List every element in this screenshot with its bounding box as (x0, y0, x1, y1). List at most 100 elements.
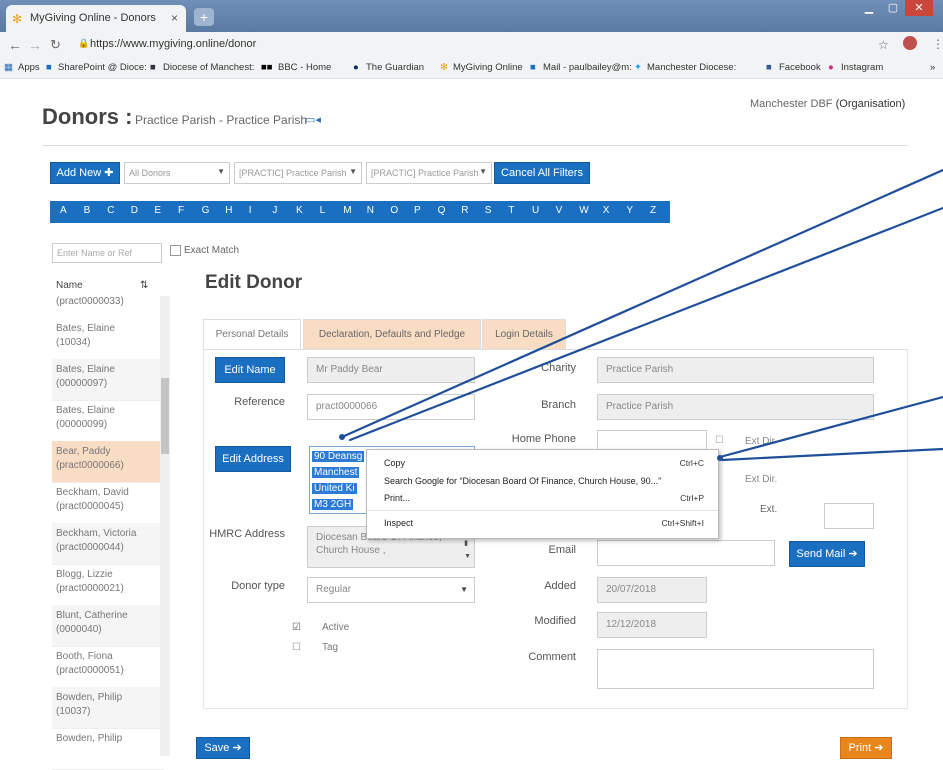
tab-declaration-defaults-pledge[interactable]: Declaration, Defaults and Pledge (303, 319, 481, 349)
tab-close-icon[interactable]: × (171, 11, 178, 25)
list-item[interactable]: Blunt, Catherine (0000040) (52, 605, 164, 647)
reload-icon[interactable]: ↻ (50, 37, 61, 53)
ext-dir-checkbox[interactable]: ☐ (715, 435, 724, 446)
minimize-icon[interactable]: ▁ (857, 0, 881, 16)
tab-login-details[interactable]: Login Details (482, 319, 566, 349)
alpha-filter-f[interactable]: F (178, 205, 184, 216)
alpha-filter-w[interactable]: W (579, 205, 588, 216)
tag-checkbox[interactable]: ☐ (292, 642, 301, 653)
parish-filter-1-value: [PRACTIC] Practice Parish (239, 168, 347, 178)
bookmark-mygiving[interactable]: MyGiving Online (453, 62, 523, 73)
new-tab-button[interactable]: + (194, 8, 214, 26)
ext-input[interactable] (824, 503, 874, 529)
comment-textarea[interactable] (597, 649, 874, 689)
context-menu-copy[interactable]: Copy (384, 458, 405, 468)
alpha-filter-i[interactable]: I (249, 205, 252, 216)
list-item[interactable]: Booth, Fiona (pract0000051) (52, 646, 164, 688)
alpha-filter-s[interactable]: S (485, 205, 492, 216)
list-item[interactable]: Bowden, Philip (52, 728, 164, 770)
bookmark-sharepoint[interactable]: SharePoint @ Dioce: (58, 62, 147, 73)
alpha-filter-n[interactable]: N (367, 205, 374, 216)
back-arrow-icon[interactable]: ← (8, 37, 22, 53)
print-button[interactable]: Print ➔ (840, 737, 892, 759)
bookmark-apps[interactable]: Apps (18, 62, 40, 73)
alpha-filter-u[interactable]: U (532, 205, 539, 216)
tab-personal-details[interactable]: Personal Details (203, 319, 301, 349)
alpha-filter-j[interactable]: J (272, 205, 277, 216)
list-item[interactable]: Bowden, Philip (10037) (52, 687, 164, 729)
donor-list-scrollbar[interactable] (160, 296, 170, 756)
bookmark-instagram[interactable]: Instagram (841, 62, 883, 73)
donor-name: Bates, Elaine (56, 405, 115, 416)
context-menu-inspect[interactable]: Inspect (384, 518, 413, 528)
alpha-filter-o[interactable]: O (390, 205, 398, 216)
url-field[interactable]: 🔒 https://www.mygiving.online/donor (78, 35, 870, 55)
alpha-filter-v[interactable]: V (556, 205, 563, 216)
parish-info-icon[interactable]: ▭◂ (305, 113, 321, 126)
sort-icon[interactable]: ⇅ (140, 280, 148, 291)
donor-type-value: Regular (316, 584, 352, 595)
edit-name-button[interactable]: Edit Name (215, 357, 285, 383)
bookmarks-overflow-icon[interactable]: » (930, 62, 935, 73)
scrollbar-thumb[interactable] (161, 378, 169, 454)
context-menu-print[interactable]: Print... (384, 493, 410, 503)
window-close-icon[interactable]: ✕ (905, 0, 933, 16)
checkbox-box[interactable] (170, 245, 181, 256)
alpha-filter-a[interactable]: A (60, 205, 67, 216)
alpha-filter-x[interactable]: X (603, 205, 610, 216)
donor-type-select[interactable]: Regular ▼ (307, 577, 475, 603)
alpha-filter-y[interactable]: Y (626, 205, 633, 216)
list-item[interactable]: Blogg, Lizzie (pract0000021) (52, 564, 164, 606)
forward-arrow-icon[interactable]: → (28, 37, 42, 53)
bookmark-bbc[interactable]: BBC - Home (278, 62, 331, 73)
alpha-filter-g[interactable]: G (202, 205, 210, 216)
parish-filter-select-1[interactable]: [PRACTIC] Practice Parish ▼ (234, 162, 362, 184)
alpha-filter-m[interactable]: M (343, 205, 351, 216)
alpha-filter-p[interactable]: P (414, 205, 421, 216)
cancel-all-filters-button[interactable]: Cancel All Filters (494, 162, 590, 184)
list-item[interactable]: Bates, Elaine (00000097) (52, 359, 164, 401)
alpha-filter-k[interactable]: K (296, 205, 303, 216)
parish-filter-select-2[interactable]: [PRACTIC] Practice Parish ▼ (366, 162, 492, 184)
list-item[interactable]: Bear, Paddy (pract0000066) (52, 441, 164, 483)
alpha-filter-h[interactable]: H (225, 205, 232, 216)
alpha-filter-z[interactable]: Z (650, 205, 656, 216)
list-item-partial-ref[interactable]: (pract0000033) (56, 296, 124, 307)
active-checkbox[interactable]: ☑ (292, 622, 301, 633)
donor-ref: (00000099) (56, 419, 108, 430)
maximize-icon[interactable]: ▢ (881, 0, 905, 16)
scroll-arrows-icon[interactable]: ▮ ▼ (464, 537, 471, 563)
alpha-filter-b[interactable]: B (84, 205, 91, 216)
menu-dots-icon[interactable]: ⋮ (932, 37, 943, 51)
alpha-filter-l[interactable]: L (320, 205, 326, 216)
list-item[interactable]: Bates, Elaine (00000099) (52, 400, 164, 442)
context-menu-search-google[interactable]: Search Google for “Diocesan Board Of Fin… (384, 476, 661, 486)
alpha-filter-c[interactable]: C (107, 205, 114, 216)
bookmark-mail[interactable]: Mail - paulbailey@m: (543, 62, 632, 73)
browser-tab[interactable]: ✻ MyGiving Online - Donors × (6, 5, 186, 32)
donor-filter-select[interactable]: All Donors ▼ (124, 162, 230, 184)
hmrc-line-2: Church House , (316, 545, 386, 556)
alpha-filter-d[interactable]: D (131, 205, 138, 216)
donor-search-input[interactable]: Enter Name or Ref (52, 243, 162, 263)
add-new-button[interactable]: Add New ✚ (50, 162, 120, 184)
edit-address-button[interactable]: Edit Address (215, 446, 291, 472)
list-item[interactable]: Bates, Elaine (10034) (52, 318, 164, 360)
exact-match-checkbox[interactable]: Exact Match (170, 245, 239, 256)
star-icon[interactable]: ☆ (878, 38, 889, 52)
bookmark-facebook[interactable]: Facebook (779, 62, 821, 73)
bookmark-diocese-manchester[interactable]: Diocese of Manchest: (163, 62, 254, 73)
bookmark-manchester-diocese[interactable]: Manchester Diocese: (647, 62, 736, 73)
alpha-filter-e[interactable]: E (154, 205, 161, 216)
send-mail-button[interactable]: Send Mail ➔ (789, 541, 865, 567)
alpha-filter-t[interactable]: T (508, 205, 514, 216)
list-item[interactable]: Beckham, David (pract0000045) (52, 482, 164, 524)
alpha-filter-q[interactable]: Q (438, 205, 446, 216)
profile-avatar[interactable] (903, 36, 917, 50)
email-input[interactable] (597, 540, 775, 566)
alpha-filter-r[interactable]: R (461, 205, 468, 216)
save-button[interactable]: Save ➔ (196, 737, 250, 759)
list-item[interactable]: Beckham, Victoria (pract0000044) (52, 523, 164, 565)
reference-input[interactable]: pract0000066 (307, 394, 475, 420)
bookmark-guardian[interactable]: The Guardian (366, 62, 424, 73)
